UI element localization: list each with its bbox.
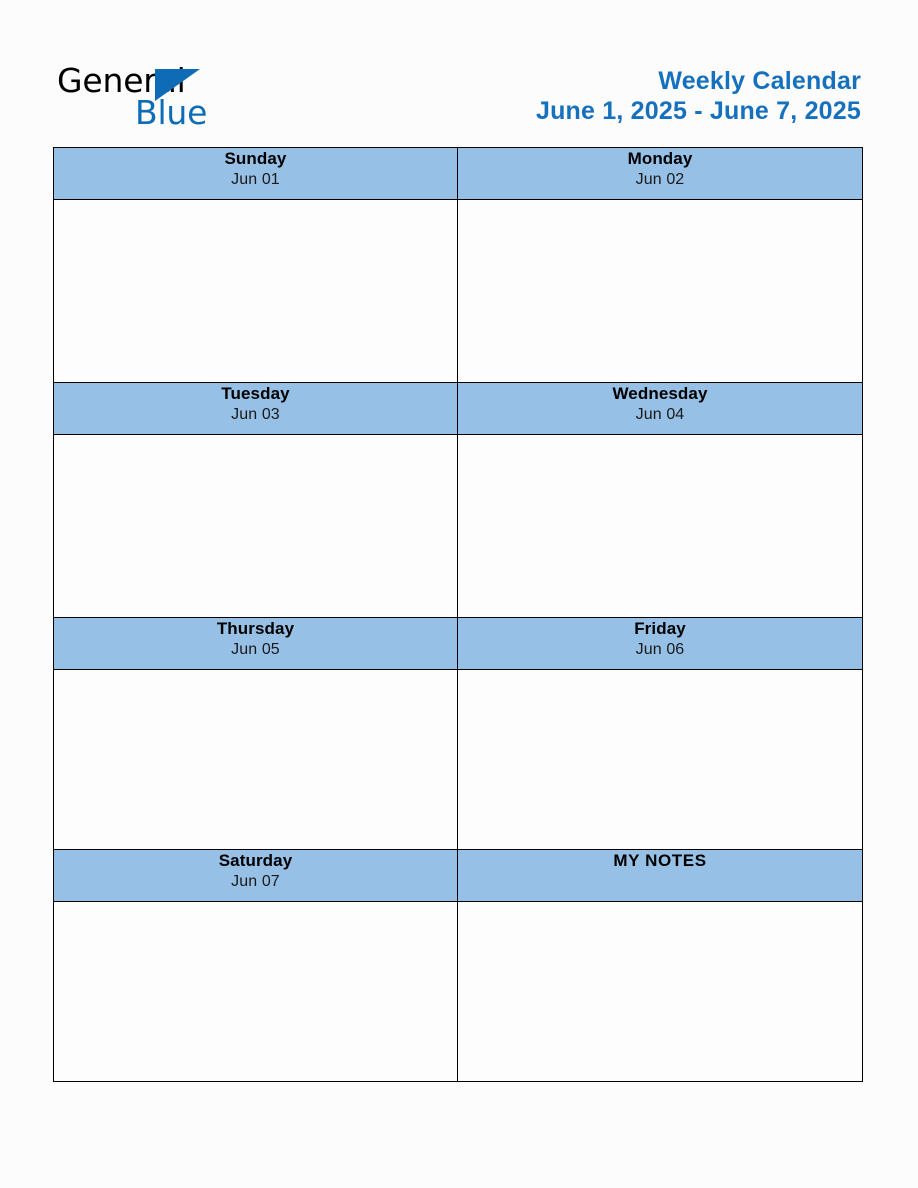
writing-area[interactable] [458, 902, 862, 1081]
day-body-row [53, 669, 863, 850]
day-date-label: Jun 01 [231, 171, 280, 188]
day-header-sunday: Sunday Jun 01 [53, 147, 458, 200]
notes-header: MY NOTES [457, 849, 863, 902]
day-date-label: Jun 06 [635, 641, 685, 658]
day-header-monday: Monday Jun 02 [457, 147, 863, 200]
page-header: General Blue Weekly Calendar June 1, 202… [0, 0, 918, 147]
day-name-label: Monday [627, 149, 693, 168]
day-body-row [53, 434, 863, 618]
day-cell-monday[interactable] [457, 199, 863, 383]
day-name-label: Sunday [224, 149, 287, 168]
writing-area[interactable] [54, 200, 457, 382]
notes-cell[interactable] [457, 901, 863, 1082]
day-date-label: Jun 05 [231, 641, 280, 658]
day-name-label: Friday [634, 619, 686, 638]
day-header-wednesday: Wednesday Jun 04 [457, 382, 863, 435]
day-date-label: Jun 03 [231, 406, 280, 423]
day-body-row [53, 901, 863, 1082]
day-cell-friday[interactable] [457, 669, 863, 850]
day-date-label: Jun 04 [635, 406, 685, 423]
writing-area[interactable] [54, 902, 457, 1081]
notes-title-label: MY NOTES [613, 851, 707, 870]
day-header-row: Thursday Jun 05 Friday Jun 06 [53, 617, 863, 670]
day-name-label: Wednesday [612, 384, 708, 403]
day-header-tuesday: Tuesday Jun 03 [53, 382, 458, 435]
day-date-label: Jun 07 [231, 873, 280, 890]
writing-area[interactable] [458, 435, 862, 617]
brand-logo: General Blue [57, 62, 267, 134]
day-name-label: Tuesday [221, 384, 290, 403]
page-title: Weekly Calendar [658, 67, 861, 95]
day-header-row: Tuesday Jun 03 Wednesday Jun 04 [53, 382, 863, 435]
brand-name-blue: Blue [135, 93, 208, 132]
day-name-label: Thursday [216, 619, 295, 638]
day-header-row: Saturday Jun 07 MY NOTES [53, 849, 863, 902]
day-cell-tuesday[interactable] [53, 434, 458, 618]
day-header-row: Sunday Jun 01 Monday Jun 02 [53, 147, 863, 200]
writing-area[interactable] [458, 200, 862, 382]
day-date-label: Jun 02 [635, 171, 685, 188]
day-cell-wednesday[interactable] [457, 434, 863, 618]
date-range: June 1, 2025 - June 7, 2025 [535, 97, 861, 125]
day-name-label: Saturday [218, 851, 293, 870]
day-cell-saturday[interactable] [53, 901, 458, 1082]
day-cell-thursday[interactable] [53, 669, 458, 850]
day-cell-sunday[interactable] [53, 199, 458, 383]
title-block: Weekly Calendar June 1, 2025 - June 7, 2… [536, 66, 861, 126]
writing-area[interactable] [54, 435, 457, 617]
writing-area[interactable] [458, 670, 862, 849]
calendar-grid: Sunday Jun 01 Monday Jun 02 Tuesday Jun … [53, 147, 863, 1082]
weekly-calendar-page: General Blue Weekly Calendar June 1, 202… [0, 0, 918, 1188]
day-body-row [53, 199, 863, 383]
day-header-saturday: Saturday Jun 07 [53, 849, 458, 902]
writing-area[interactable] [54, 670, 457, 849]
day-header-thursday: Thursday Jun 05 [53, 617, 458, 670]
day-header-friday: Friday Jun 06 [457, 617, 863, 670]
